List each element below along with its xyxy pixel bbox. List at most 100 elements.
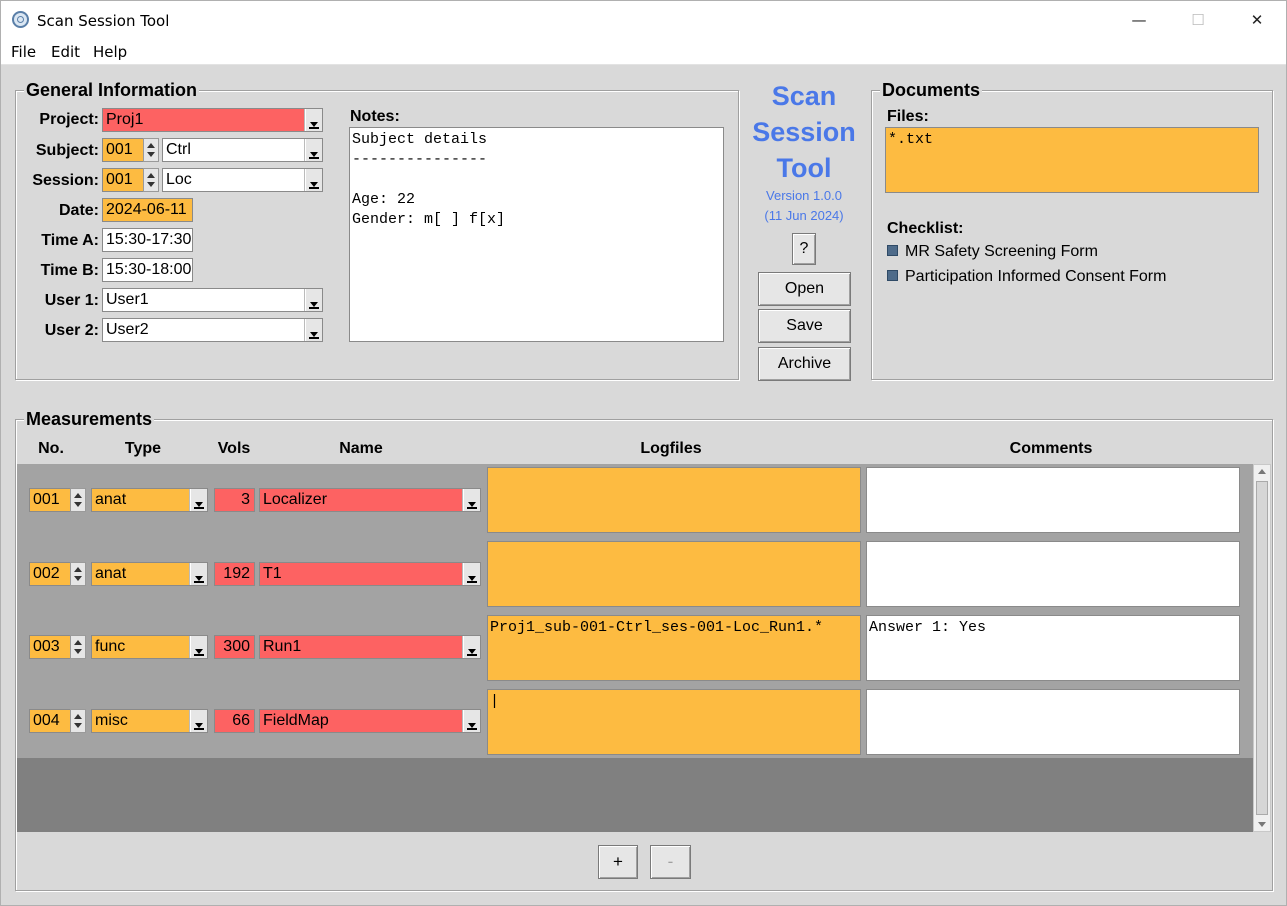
brand-line-3: Tool xyxy=(776,153,832,183)
scroll-down-icon[interactable] xyxy=(1258,822,1266,827)
user2-dropdown[interactable]: User2 xyxy=(102,318,323,342)
app-logo-icon xyxy=(12,11,29,28)
open-button[interactable]: Open xyxy=(758,272,851,306)
menu-edit[interactable]: Edit xyxy=(51,43,80,61)
row-comment-field[interactable]: Answer 1: Yes xyxy=(866,615,1240,681)
spin-up-icon[interactable] xyxy=(147,143,155,148)
menu-help[interactable]: Help xyxy=(93,43,127,61)
project-label: Project: xyxy=(39,111,99,128)
spin-up-icon[interactable] xyxy=(74,640,82,645)
notes-textarea[interactable]: Subject details --------------- Age: 22 … xyxy=(349,127,724,342)
chevron-down-icon[interactable] xyxy=(305,319,322,341)
spin-down-icon[interactable] xyxy=(74,649,82,654)
minimize-button[interactable]: — xyxy=(1110,1,1168,39)
row-comment-field[interactable] xyxy=(866,541,1240,607)
row-name-dropdown[interactable]: FieldMap xyxy=(259,709,481,733)
chevron-down-icon[interactable] xyxy=(190,710,207,732)
spin-down-icon[interactable] xyxy=(147,182,155,187)
project-dropdown[interactable]: Proj1 xyxy=(102,108,323,132)
session-id-spinner[interactable] xyxy=(143,168,159,192)
row-vols-field[interactable]: 3 xyxy=(214,488,255,512)
menu-file[interactable]: File xyxy=(11,43,36,61)
spin-down-icon[interactable] xyxy=(74,576,82,581)
chevron-down-icon[interactable] xyxy=(305,169,322,191)
date-field[interactable]: 2024-06-11 xyxy=(102,198,193,222)
time-a-field[interactable]: 15:30-17:30 xyxy=(102,228,193,252)
chevron-down-icon[interactable] xyxy=(463,563,480,585)
checkbox-icon[interactable] xyxy=(887,245,898,256)
subject-id-spinner[interactable] xyxy=(143,138,159,162)
row-no-spinner[interactable] xyxy=(70,488,86,512)
row-name-value: Run1 xyxy=(263,638,302,655)
col-header-vols: Vols xyxy=(217,440,251,457)
scrollbar-thumb[interactable] xyxy=(1256,481,1268,815)
spin-down-icon[interactable] xyxy=(147,152,155,157)
chevron-down-icon[interactable] xyxy=(305,289,322,311)
maximize-button[interactable]: ☐ xyxy=(1169,1,1227,39)
subject-group-value: Ctrl xyxy=(166,141,191,158)
chevron-down-icon[interactable] xyxy=(463,489,480,511)
checklist-item-consent[interactable]: Participation Informed Consent Form xyxy=(887,268,1166,286)
row-logfile-field[interactable]: Proj1_sub-001-Ctrl_ses-001-Loc_Run1.* xyxy=(487,615,861,681)
row-no-spinner[interactable] xyxy=(70,709,86,733)
scroll-up-icon[interactable] xyxy=(1258,469,1266,474)
row-logfile-field[interactable] xyxy=(487,541,861,607)
spin-up-icon[interactable] xyxy=(147,173,155,178)
row-name-dropdown[interactable]: Localizer xyxy=(259,488,481,512)
row-type-dropdown[interactable]: anat xyxy=(91,562,208,586)
row-no-field[interactable]: 001 xyxy=(29,488,71,512)
files-field[interactable]: *.txt xyxy=(885,127,1259,193)
checkbox-icon[interactable] xyxy=(887,270,898,281)
spin-down-icon[interactable] xyxy=(74,502,82,507)
row-vols-field[interactable]: 300 xyxy=(214,635,255,659)
subject-id-field[interactable]: 001 xyxy=(102,138,144,162)
row-name-dropdown[interactable]: Run1 xyxy=(259,635,481,659)
row-logfile-field[interactable] xyxy=(487,467,861,533)
subject-group-dropdown[interactable]: Ctrl xyxy=(162,138,323,162)
time-b-field[interactable]: 15:30-18:00 xyxy=(102,258,193,282)
files-label: Files: xyxy=(887,108,929,125)
session-label: Session: xyxy=(32,172,99,189)
add-measurement-button[interactable]: + xyxy=(598,845,638,879)
chevron-down-icon[interactable] xyxy=(190,636,207,658)
chevron-down-icon[interactable] xyxy=(305,109,322,131)
checklist-item-mr-safety[interactable]: MR Safety Screening Form xyxy=(887,243,1098,261)
row-no-field[interactable]: 003 xyxy=(29,635,71,659)
spin-up-icon[interactable] xyxy=(74,714,82,719)
row-comment-field[interactable] xyxy=(866,689,1240,755)
row-no-field[interactable]: 004 xyxy=(29,709,71,733)
row-comment-field[interactable] xyxy=(866,467,1240,533)
chevron-down-icon[interactable] xyxy=(305,139,322,161)
session-id-field[interactable]: 001 xyxy=(102,168,144,192)
chevron-down-icon[interactable] xyxy=(463,710,480,732)
row-type-dropdown[interactable]: func xyxy=(91,635,208,659)
chevron-down-icon[interactable] xyxy=(190,489,207,511)
row-logfile-field[interactable]: | xyxy=(487,689,861,755)
row-no-spinner[interactable] xyxy=(70,562,86,586)
row-type-dropdown[interactable]: anat xyxy=(91,488,208,512)
chevron-down-icon[interactable] xyxy=(463,636,480,658)
chevron-down-icon[interactable] xyxy=(190,563,207,585)
brand-line-2: Session xyxy=(752,117,856,147)
row-name-dropdown[interactable]: T1 xyxy=(259,562,481,586)
window-title: Scan Session Tool xyxy=(37,12,170,30)
remove-measurement-button[interactable]: - xyxy=(650,845,691,879)
save-button[interactable]: Save xyxy=(758,309,851,343)
brand-line-1: Scan xyxy=(771,81,837,111)
close-button[interactable]: ✕ xyxy=(1228,1,1286,39)
help-button[interactable]: ? xyxy=(792,233,816,265)
row-no-field[interactable]: 002 xyxy=(29,562,71,586)
spin-down-icon[interactable] xyxy=(74,723,82,728)
row-type-dropdown[interactable]: misc xyxy=(91,709,208,733)
measurements-scrollbar[interactable] xyxy=(1253,464,1271,832)
user1-dropdown[interactable]: User1 xyxy=(102,288,323,312)
row-vols-field[interactable]: 192 xyxy=(214,562,255,586)
spin-up-icon[interactable] xyxy=(74,493,82,498)
archive-button[interactable]: Archive xyxy=(758,347,851,381)
col-header-type: Type xyxy=(124,440,162,457)
row-no-spinner[interactable] xyxy=(70,635,86,659)
spin-up-icon[interactable] xyxy=(74,567,82,572)
session-name-dropdown[interactable]: Loc xyxy=(162,168,323,192)
row-vols-field[interactable]: 66 xyxy=(214,709,255,733)
user1-label: User 1: xyxy=(44,292,99,309)
